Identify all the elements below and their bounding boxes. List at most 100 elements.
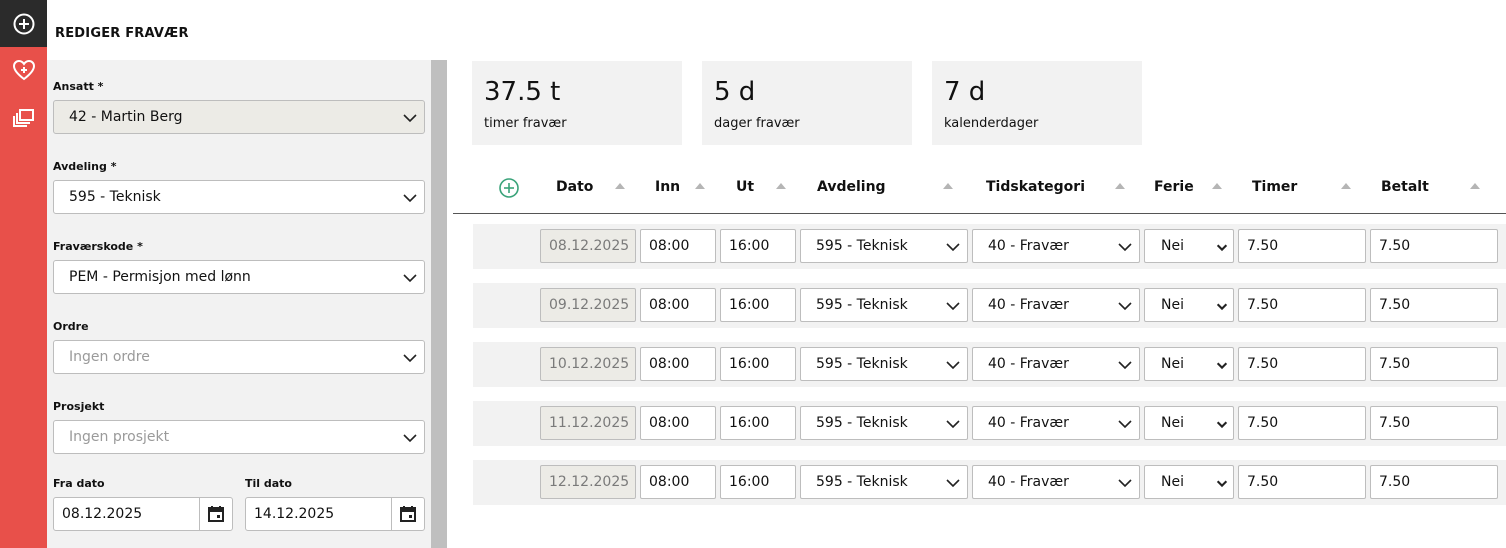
sort-asc-icon[interactable] — [1115, 183, 1125, 189]
column-header-out[interactable]: Ut — [736, 179, 754, 195]
calendar-icon — [208, 506, 224, 522]
column-header-paid[interactable]: Betalt — [1381, 179, 1429, 195]
from-date-picker-button[interactable] — [199, 498, 232, 530]
time-out-input[interactable]: 16:00 — [720, 406, 796, 440]
chevron-down-icon — [1118, 243, 1132, 252]
time-in-input[interactable]: 08:00 — [640, 347, 716, 381]
department-dropdown[interactable]: 595 - Teknisk — [800, 347, 968, 381]
vacation-dropdown[interactable]: Nei — [1144, 465, 1234, 499]
vacation-dropdown[interactable]: Nei — [1144, 229, 1234, 263]
category-dropdown[interactable]: 40 - Fravær — [972, 288, 1140, 322]
department-label: Avdeling * — [53, 160, 117, 173]
hours-input[interactable]: 7.50 — [1238, 288, 1366, 322]
paid-input[interactable]: 7.50 — [1370, 465, 1498, 499]
project-label: Prosjekt — [53, 400, 105, 413]
time-out-input[interactable]: 16:00 — [720, 347, 796, 381]
summary-card-hours: 37.5 t timer fravær — [472, 61, 682, 145]
absence-code-select[interactable]: PEM - Permisjon med lønn — [53, 260, 425, 294]
category-dropdown[interactable]: 40 - Fravær — [972, 406, 1140, 440]
summary-days-label: dager fravær — [714, 116, 800, 131]
category-value: 40 - Fravær — [988, 297, 1069, 313]
category-dropdown[interactable]: 40 - Fravær — [972, 465, 1140, 499]
vacation-value: Nei — [1161, 415, 1184, 431]
summary-calendar-days-label: kalenderdager — [944, 116, 1039, 131]
chevron-down-icon — [946, 361, 960, 370]
sort-asc-icon[interactable] — [1341, 183, 1351, 189]
time-in-input[interactable]: 08:00 — [640, 288, 716, 322]
time-out-input[interactable]: 16:00 — [720, 288, 796, 322]
hours-input[interactable]: 7.50 — [1238, 465, 1366, 499]
absence-code-value: PEM - Permisjon med lønn — [69, 269, 251, 285]
form-scrollbar[interactable] — [431, 60, 447, 548]
column-header-department[interactable]: Avdeling — [817, 179, 886, 195]
absence-nav-button[interactable] — [0, 53, 47, 87]
from-date-input[interactable]: 08.12.2025 — [53, 497, 233, 531]
vacation-value: Nei — [1161, 238, 1184, 254]
add-row-icon[interactable] — [498, 177, 520, 199]
category-dropdown[interactable]: 40 - Fravær — [972, 229, 1140, 263]
time-in-input[interactable]: 08:00 — [640, 465, 716, 499]
date-cell: 08.12.2025 — [540, 229, 636, 263]
chevron-down-icon — [1118, 479, 1132, 488]
paid-input[interactable]: 7.50 — [1370, 347, 1498, 381]
column-header-in[interactable]: Inn — [655, 179, 680, 195]
plus-circle-icon — [13, 13, 34, 34]
order-select[interactable]: Ingen ordre — [53, 340, 425, 374]
to-date-value: 14.12.2025 — [254, 506, 335, 522]
date-cell: 10.12.2025 — [540, 347, 636, 381]
table-row: 10.12.2025 08:00 16:00 595 - Teknisk 40 … — [473, 342, 1506, 387]
copy-nav-button[interactable] — [0, 101, 47, 135]
category-value: 40 - Fravær — [988, 474, 1069, 490]
department-dropdown[interactable]: 595 - Teknisk — [800, 288, 968, 322]
heart-plus-icon — [12, 59, 35, 81]
sort-asc-icon[interactable] — [1470, 183, 1480, 189]
column-header-hours[interactable]: Timer — [1252, 179, 1297, 195]
category-value: 40 - Fravær — [988, 415, 1069, 431]
to-date-picker-button[interactable] — [391, 498, 424, 530]
time-out-input[interactable]: 16:00 — [720, 465, 796, 499]
department-value: 595 - Teknisk — [816, 297, 908, 313]
department-dropdown[interactable]: 595 - Teknisk — [800, 465, 968, 499]
add-button[interactable] — [0, 0, 47, 47]
sort-asc-icon[interactable] — [615, 183, 625, 189]
to-date-input[interactable]: 14.12.2025 — [245, 497, 425, 531]
vacation-dropdown[interactable]: Nei — [1144, 347, 1234, 381]
date-cell: 09.12.2025 — [540, 288, 636, 322]
hours-input[interactable]: 7.50 — [1238, 406, 1366, 440]
table-row: 12.12.2025 08:00 16:00 595 - Teknisk 40 … — [473, 460, 1506, 505]
department-dropdown[interactable]: 595 - Teknisk — [800, 406, 968, 440]
to-date-label: Til dato — [245, 477, 292, 490]
chevron-down-icon — [1216, 362, 1228, 370]
chevron-down-icon — [1118, 420, 1132, 429]
paid-input[interactable]: 7.50 — [1370, 229, 1498, 263]
department-value: 595 - Teknisk — [816, 415, 908, 431]
department-select[interactable]: 595 - Teknisk — [53, 180, 425, 214]
column-header-vacation[interactable]: Ferie — [1154, 179, 1194, 195]
sort-asc-icon[interactable] — [776, 183, 786, 189]
hours-input[interactable]: 7.50 — [1238, 229, 1366, 263]
vacation-dropdown[interactable]: Nei — [1144, 406, 1234, 440]
paid-input[interactable]: 7.50 — [1370, 406, 1498, 440]
vacation-dropdown[interactable]: Nei — [1144, 288, 1234, 322]
sort-asc-icon[interactable] — [1212, 183, 1222, 189]
employee-select[interactable]: 42 - Martin Berg — [53, 100, 425, 134]
vacation-value: Nei — [1161, 474, 1184, 490]
sort-asc-icon[interactable] — [695, 183, 705, 189]
order-placeholder: Ingen ordre — [69, 349, 150, 365]
category-dropdown[interactable]: 40 - Fravær — [972, 347, 1140, 381]
project-select[interactable]: Ingen prosjekt — [53, 420, 425, 454]
sort-asc-icon[interactable] — [943, 183, 953, 189]
category-value: 40 - Fravær — [988, 238, 1069, 254]
chevron-down-icon — [1216, 303, 1228, 311]
table-row: 08.12.2025 08:00 16:00 595 - Teknisk 40 … — [473, 224, 1506, 269]
chevron-down-icon — [403, 434, 417, 443]
time-out-input[interactable]: 16:00 — [720, 229, 796, 263]
chevron-down-icon — [403, 194, 417, 203]
time-in-input[interactable]: 08:00 — [640, 406, 716, 440]
time-in-input[interactable]: 08:00 — [640, 229, 716, 263]
column-header-date[interactable]: Dato — [556, 179, 593, 195]
paid-input[interactable]: 7.50 — [1370, 288, 1498, 322]
hours-input[interactable]: 7.50 — [1238, 347, 1366, 381]
column-header-category[interactable]: Tidskategori — [986, 179, 1085, 195]
department-dropdown[interactable]: 595 - Teknisk — [800, 229, 968, 263]
